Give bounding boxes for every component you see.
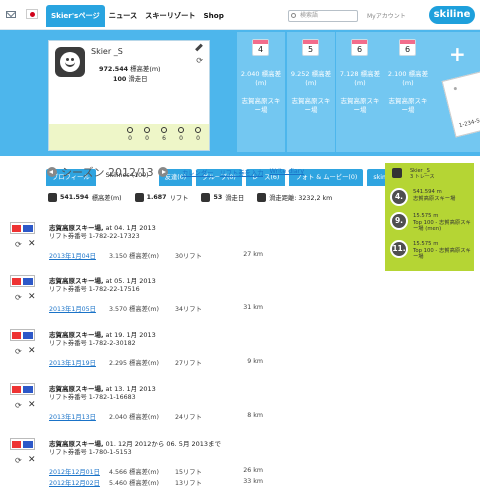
calendar-icon: 6 xyxy=(399,39,416,56)
profile-days: 100 滑走日 xyxy=(113,75,148,83)
avatar[interactable] xyxy=(55,47,85,77)
rank-badge: 11. xyxy=(390,240,408,258)
mini-stat-race: 6 xyxy=(157,127,171,142)
rank-badge: 4. xyxy=(390,188,408,206)
sync-icon[interactable]: ⟳ xyxy=(15,240,22,249)
next-season-button[interactable] xyxy=(157,167,168,177)
avatar[interactable] xyxy=(392,168,402,178)
mini-stat-target: 0 xyxy=(140,127,154,142)
nav-ski-resorts[interactable]: スキーリゾート xyxy=(141,5,199,27)
mini-stat-photo: 0 xyxy=(174,127,188,142)
table-row: 2012年12月01日 4.566 標高差(m) 15リフト 26 km xyxy=(49,467,263,476)
sync-icon[interactable]: ⟳ xyxy=(196,56,203,65)
write-diary-link[interactable]: Write diary xyxy=(270,168,305,177)
mini-stat-smiley: 0 xyxy=(123,127,137,142)
table-row: 2013年1月05日 3.570 標高差(m) 34リフト 31 km xyxy=(49,304,263,313)
ski-ticket-icon xyxy=(10,383,35,395)
calendar-link[interactable]: カレンダー xyxy=(182,168,213,177)
main-nav: Skier'sページ ニュース スキーリゾート Shop xyxy=(46,5,228,27)
top-bar: Skier'sページ ニュース スキーリゾート Shop 検索語 Myアカウント… xyxy=(0,0,480,30)
day-card[interactable]: 4 2.040 標高差(m) 志賀高原スキー場 xyxy=(237,32,285,152)
table-row: 2013年1月13日 2.040 標高差(m) 24リフト 8 km xyxy=(49,412,263,421)
delete-icon[interactable]: ✕ xyxy=(28,346,36,356)
day-card[interactable]: 6 2.100 標高差(m) 志賀高原スキー場 xyxy=(384,32,432,152)
sync-icon[interactable]: ⟳ xyxy=(15,347,22,356)
profile-banner: Skier _S ⟳ 972.544 標高差(m) 100 滑走日 0 0 6 … xyxy=(0,30,480,186)
vertical-icon xyxy=(48,193,57,202)
ranking-item[interactable]: 4. 541.594 m 志賀高原スキー場 xyxy=(390,188,472,210)
entry-ticket: リフト券番号 1-782-1-16683 xyxy=(49,394,136,401)
table-row: 2013年1月04日 3.150 標高差(m) 30リフト 27 km xyxy=(49,251,263,260)
ticket-icon: 1-234-56-7 xyxy=(441,70,480,138)
skiline-logo[interactable]: skiline xyxy=(429,6,475,24)
entry-ticket: リフト券番号 1-782-22-17323 xyxy=(49,233,140,240)
entry-ticket: リフト券番号 1-782-2-30182 xyxy=(49,340,136,347)
season-title: シーズン 2012/13 xyxy=(61,166,154,179)
profile-mini-stats: 0 0 6 0 0 xyxy=(49,124,209,150)
film-icon xyxy=(195,127,201,133)
mini-stat-video: 0 xyxy=(191,127,205,142)
mail-icon[interactable] xyxy=(6,11,16,18)
lift-icon xyxy=(134,193,144,202)
day-card[interactable]: 6 7.128 標高差(m) 志賀高原スキー場 xyxy=(336,32,384,152)
nav-news[interactable]: ニュース xyxy=(105,5,141,27)
profile-name: Skier _S xyxy=(91,47,123,56)
japan-flag-icon[interactable] xyxy=(26,9,38,19)
my-account-menu[interactable]: Myアカウント xyxy=(367,11,406,20)
ski-ticket-icon xyxy=(10,329,35,341)
edit-icon[interactable] xyxy=(195,43,203,52)
search-placeholder: 検索語 xyxy=(300,12,319,19)
table-row: 2012年12月02日 5.460 標高差(m) 13リフト 33 km xyxy=(49,478,263,487)
calendar-icon: 5 xyxy=(302,39,319,56)
prev-season-button[interactable] xyxy=(47,167,57,177)
ranking-sub: 3 トレース xyxy=(410,174,435,180)
plus-icon: + xyxy=(449,42,466,66)
smiley-icon xyxy=(127,127,133,133)
delete-icon[interactable]: ✕ xyxy=(28,239,36,249)
enter-ticket-link[interactable]: リフト券を入力 xyxy=(219,168,263,177)
ski-ticket-icon xyxy=(10,438,35,450)
nav-shop[interactable]: Shop xyxy=(199,5,227,27)
ranking-item[interactable]: 9. 15.575 m Top 100 - 志賀高原スキー場 (men) xyxy=(390,212,472,234)
profile-card: Skier _S ⟳ 972.544 標高差(m) 100 滑走日 0 0 6 … xyxy=(48,40,210,151)
calendar-icon: 6 xyxy=(351,39,368,56)
add-ticket-card[interactable]: + 1-234-56-7 xyxy=(432,32,480,152)
entry-ticket: リフト券番号 1-780-1-5153 xyxy=(49,449,132,456)
sync-icon[interactable]: ⟳ xyxy=(15,456,22,465)
nav-skiers-page[interactable]: Skier'sページ xyxy=(46,5,105,27)
season-summary: 541.594 標高差(m) 1.687 リフト 53 滑走日 滑走距離: 3232,… xyxy=(48,193,332,202)
profile-vertical: 972.544 標高差(m) xyxy=(99,65,161,73)
ranking-panel: Skier _S 3 トレース 4. 541.594 m 志賀高原スキー場 9. 1… xyxy=(385,163,474,271)
ranking-item[interactable]: 11. 15.575 m Top 100 - 志賀高原スキー場 xyxy=(390,240,472,262)
sync-icon[interactable]: ⟳ xyxy=(15,401,22,410)
ski-ticket-icon xyxy=(10,222,35,234)
flag-icon xyxy=(161,127,167,133)
search-icon xyxy=(291,13,296,18)
target-icon xyxy=(144,127,150,133)
entry-ticket: リフト券番号 1-782-22-17516 xyxy=(49,286,140,293)
rank-badge: 9. xyxy=(390,212,408,230)
season-links: カレンダー リフト券を入力 Write diary xyxy=(182,168,304,177)
table-row: 2013年1月19日 2.295 標高差(m) 27リフト 9 km xyxy=(49,358,263,367)
season-header: シーズン 2012/13 xyxy=(47,164,168,180)
delete-icon[interactable]: ✕ xyxy=(28,292,36,302)
calendar-icon: 4 xyxy=(252,39,269,56)
days-icon xyxy=(201,193,211,202)
delete-icon[interactable]: ✕ xyxy=(28,400,36,410)
ski-ticket-icon xyxy=(10,275,35,287)
camera-icon xyxy=(178,127,184,133)
search-input[interactable]: 検索語 xyxy=(288,10,358,22)
delete-icon[interactable]: ✕ xyxy=(28,455,36,465)
distance-icon xyxy=(257,193,267,202)
sync-icon[interactable]: ⟳ xyxy=(15,293,22,302)
day-card[interactable]: 5 9.252 標高差(m) 志賀高原スキー場 xyxy=(287,32,335,152)
